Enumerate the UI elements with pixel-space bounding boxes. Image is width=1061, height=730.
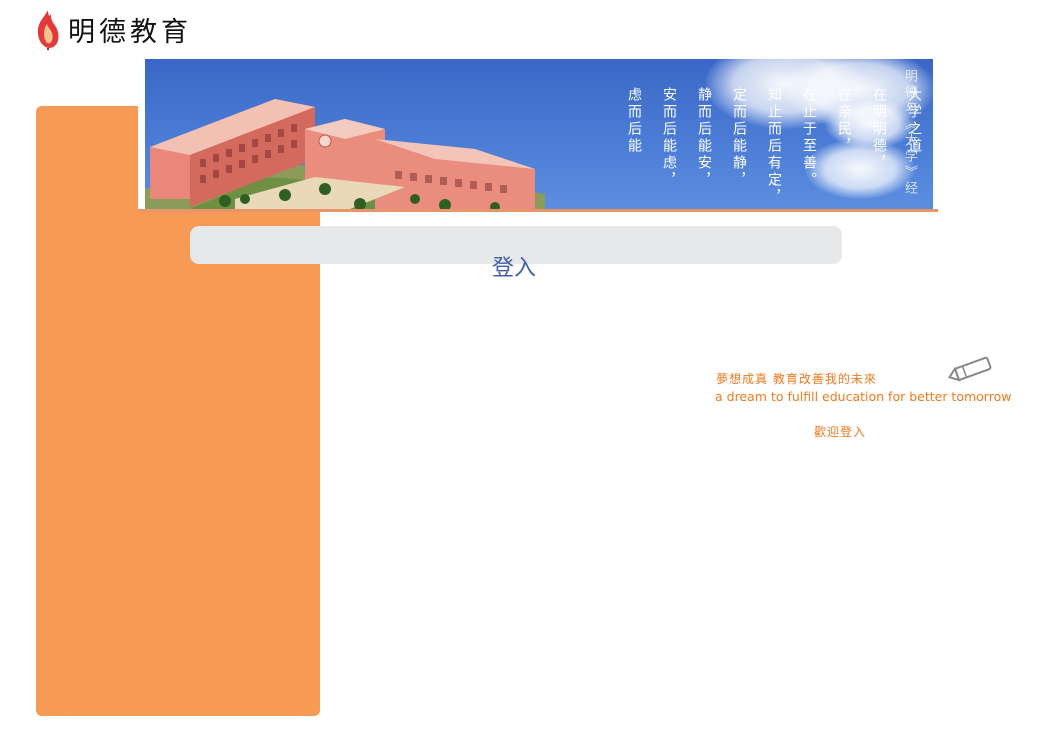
slogan-english: a dream to fulfill education for better … [715, 389, 1012, 404]
welcome-text: 歡迎登入 [814, 425, 867, 439]
poem-text: 大学之道 在明明德， 在亲民， 在止于至善。 知止而后有定， 定而后能静， 静而… [625, 87, 922, 206]
banner-side-caption: 明德与《大学》经 [902, 69, 917, 197]
site-logo[interactable]: 明德教育 [34, 8, 192, 50]
banner-divider [138, 209, 938, 212]
poem-line: 在亲民， [836, 87, 852, 155]
poem-line: 定而后能静， [731, 87, 747, 189]
poem-line: 静而后能安， [696, 87, 712, 189]
slogan-chinese: 夢想成真 教育改善我的未來 [716, 372, 877, 386]
page: 明德教育 大学之道 在明明德， 在亲民， 在止于至善。 知止而后有定， 定而后能… [0, 0, 1061, 730]
login-title[interactable]: 登入 [492, 250, 536, 282]
pencil-icon [947, 356, 992, 382]
school-building-image [145, 99, 545, 211]
poem-line: 知止而后有定， [766, 87, 782, 206]
poem-line: 虑而后能 [626, 87, 642, 155]
header-banner: 大学之道 在明明德， 在亲民， 在止于至善。 知止而后有定， 定而后能静， 静而… [145, 59, 933, 211]
poem-line: 安而后能虑， [661, 87, 677, 189]
poem-line: 在明明德， [871, 87, 887, 172]
flame-icon [37, 10, 59, 50]
poem-line: 在止于至善。 [801, 87, 817, 189]
logo-text: 明德教育 [68, 16, 192, 48]
